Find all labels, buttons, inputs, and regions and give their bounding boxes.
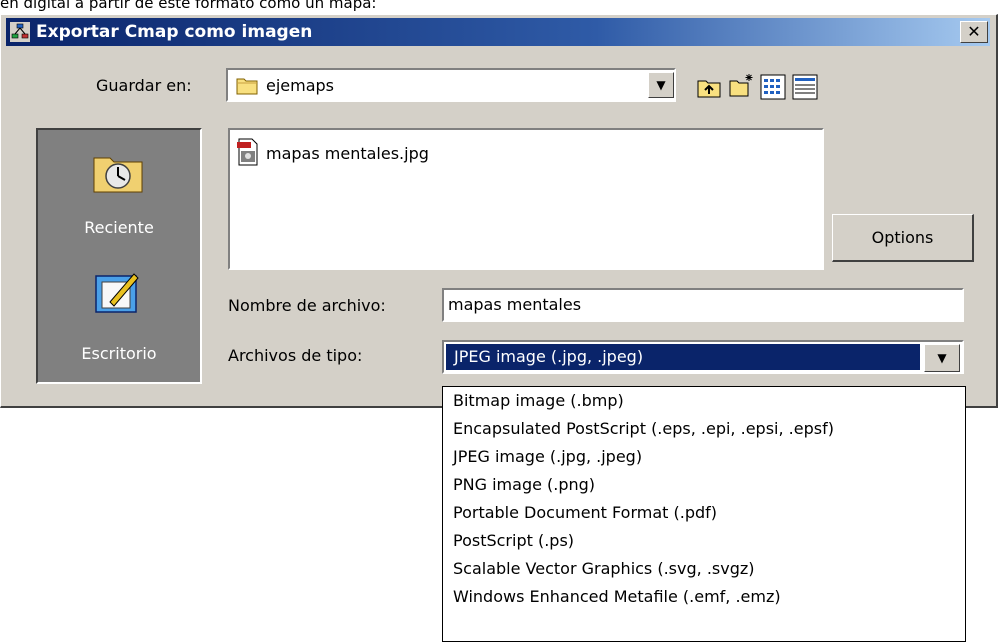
filename-label: Nombre de archivo: bbox=[228, 296, 386, 315]
file-item-label[interactable]: mapas mentales.jpg bbox=[266, 144, 429, 163]
folder-icon bbox=[236, 78, 258, 95]
filetype-option-ps[interactable]: PostScript (.ps) bbox=[443, 527, 965, 555]
new-folder-icon[interactable] bbox=[728, 72, 754, 98]
list-view-icon[interactable] bbox=[760, 74, 786, 100]
filetype-option-eps[interactable]: Encapsulated PostScript (.eps, .epi, .ep… bbox=[443, 415, 965, 443]
filetype-option-bmp[interactable]: Bitmap image (.bmp) bbox=[443, 387, 965, 415]
save-in-value: ejemaps bbox=[266, 76, 335, 95]
chevron-down-icon: ▼ bbox=[656, 78, 666, 92]
save-in-label: Guardar en: bbox=[96, 76, 192, 95]
dialog-title: Exportar Cmap como imagen bbox=[36, 22, 313, 42]
filename-field[interactable]: mapas mentales bbox=[442, 288, 964, 322]
place-recent-label[interactable]: Reciente bbox=[36, 218, 202, 237]
filetype-option-jpeg[interactable]: JPEG image (.jpg, .jpeg) bbox=[443, 443, 965, 471]
jpg-file-icon[interactable] bbox=[236, 138, 260, 166]
filetype-option-svg[interactable]: Scalable Vector Graphics (.svg, .svgz) bbox=[443, 555, 965, 583]
filetype-option-png[interactable]: PNG image (.png) bbox=[443, 471, 965, 499]
desktop-notepad-icon[interactable] bbox=[92, 268, 144, 314]
details-view-icon[interactable] bbox=[792, 74, 818, 100]
filetype-label: Archivos de tipo: bbox=[228, 346, 363, 365]
filetype-option-pdf[interactable]: Portable Document Format (.pdf) bbox=[443, 499, 965, 527]
options-button[interactable]: Options bbox=[832, 214, 974, 262]
filetype-dropdown-button[interactable]: ▼ bbox=[924, 344, 960, 372]
filetype-selected-value[interactable]: JPEG image (.jpg, .jpeg) bbox=[446, 344, 920, 370]
place-desktop-label[interactable]: Escritorio bbox=[36, 344, 202, 363]
filetype-dropdown-list: Bitmap image (.bmp) Encapsulated PostScr… bbox=[442, 386, 966, 642]
chevron-down-icon: ▼ bbox=[937, 351, 947, 365]
recent-clock-folder-icon[interactable] bbox=[92, 148, 144, 194]
filename-value[interactable]: mapas mentales bbox=[448, 295, 581, 314]
close-button[interactable]: ✕ bbox=[960, 21, 988, 43]
filetype-option-emf[interactable]: Windows Enhanced Metafile (.emf, .emz) bbox=[443, 583, 965, 611]
cmap-app-icon bbox=[10, 22, 30, 42]
up-folder-icon[interactable] bbox=[696, 74, 722, 100]
save-in-dropdown-button[interactable]: ▼ bbox=[648, 72, 674, 98]
